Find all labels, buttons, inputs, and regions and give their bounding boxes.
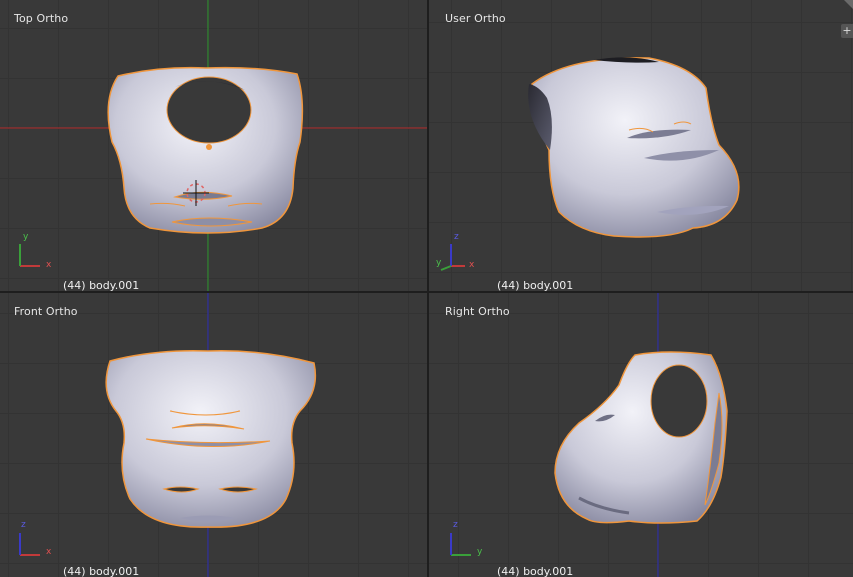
axis-gizmo (19, 533, 40, 556)
object-info: (44) body.001 (497, 279, 574, 291)
mesh-body-top (107, 66, 304, 234)
gizmo-label-z: z (453, 520, 458, 530)
mesh-body-front (105, 349, 317, 528)
front-ortho-scene (19, 293, 317, 577)
axis-gizmo (440, 244, 465, 271)
gizmo-label-z: z (454, 232, 459, 242)
gizmo-label-z: z (21, 520, 26, 530)
axis-gizmo (450, 533, 471, 556)
gizmo-label-y: y (23, 232, 29, 242)
right-ortho-scene (450, 293, 728, 577)
object-info: (44) body.001 (63, 565, 140, 577)
viewport-front-ortho[interactable]: Front Ortho z x (44) body.001 (0, 293, 427, 577)
object-info: (44) body.001 (497, 565, 574, 577)
viewport-user-ortho[interactable]: + User Ortho z y x (44) body.001 (429, 0, 853, 291)
object-info: (44) body.001 (63, 279, 140, 291)
gizmo-label-y: y (436, 258, 442, 268)
axis-gizmo (19, 244, 40, 267)
gizmo-label-x: x (469, 260, 475, 270)
mesh-body-right (554, 351, 728, 524)
user-ortho-scene (440, 57, 740, 271)
object-origin (206, 144, 212, 150)
gizmo-label-y: y (477, 547, 483, 557)
gizmo-label-x: x (46, 260, 52, 270)
mesh-body-user (528, 57, 740, 238)
viewport-top-ortho[interactable]: Top Ortho y x (44) body.001 (0, 0, 427, 291)
viewport-title: Right Ortho (445, 305, 510, 318)
viewport-title: Front Ortho (14, 305, 78, 318)
viewport-right-ortho[interactable]: Right Ortho z y (44) body.001 (429, 293, 853, 577)
viewport-title: Top Ortho (14, 12, 69, 25)
gizmo-label-x: x (46, 547, 52, 557)
top-ortho-scene (0, 0, 427, 291)
viewport-title: User Ortho (445, 12, 506, 25)
